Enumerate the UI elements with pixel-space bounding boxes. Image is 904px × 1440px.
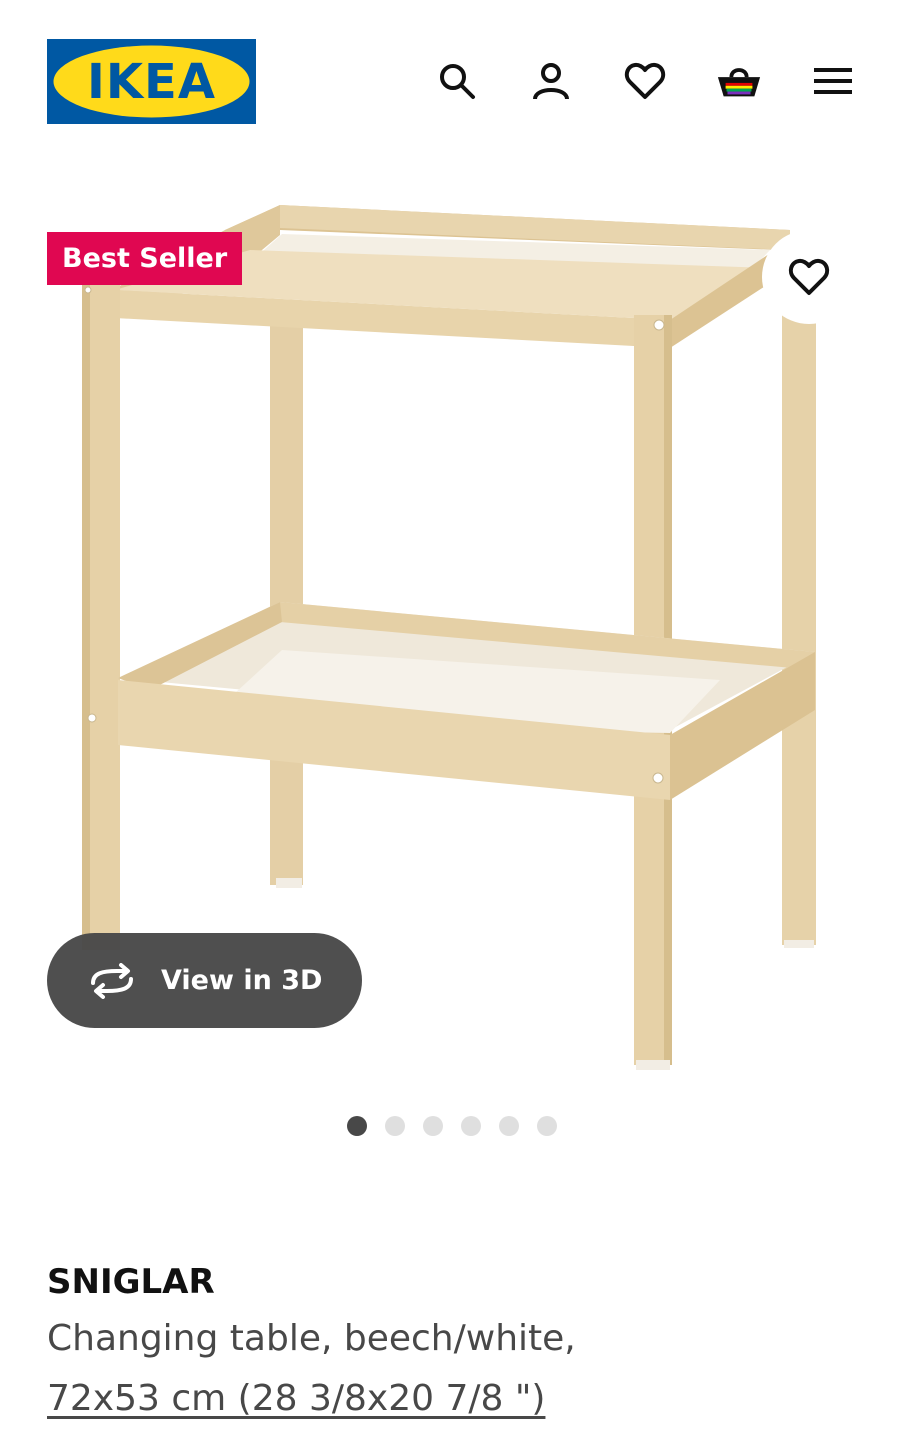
product-gallery[interactable]: Best Seller View in 3D: [0, 150, 904, 1110]
product-size-link[interactable]: 72x53 cm (28 3/8x20 7/8 "): [47, 1378, 545, 1419]
carousel-dot[interactable]: [347, 1116, 367, 1136]
heart-icon[interactable]: [622, 58, 668, 104]
heart-icon: [788, 258, 830, 295]
add-to-favourites-button[interactable]: [762, 230, 856, 324]
product-name: SNIGLAR: [47, 1262, 215, 1302]
product-description: Changing table, beech/white,: [47, 1318, 576, 1359]
carousel-dot[interactable]: [385, 1116, 405, 1136]
menu-icon[interactable]: [810, 58, 856, 104]
shopping-bag-icon[interactable]: [716, 58, 762, 104]
rotate-3d-icon: [91, 962, 133, 999]
view-in-3d-button[interactable]: View in 3D: [47, 933, 362, 1028]
logo-text: IKEA: [87, 53, 216, 110]
carousel-dot[interactable]: [499, 1116, 519, 1136]
header-actions: [434, 58, 856, 104]
ikea-logo[interactable]: IKEA: [47, 39, 256, 124]
carousel-dot[interactable]: [537, 1116, 557, 1136]
carousel-dot[interactable]: [423, 1116, 443, 1136]
best-seller-badge: Best Seller: [47, 232, 243, 285]
product-page: IKEA Best Seller View in 3D SNIGLAR Chan…: [0, 0, 904, 1440]
search-icon[interactable]: [434, 58, 480, 104]
view-in-3d-label: View in 3D: [161, 965, 323, 996]
carousel-indicators: [0, 1116, 904, 1136]
carousel-dot[interactable]: [461, 1116, 481, 1136]
profile-icon[interactable]: [528, 58, 574, 104]
